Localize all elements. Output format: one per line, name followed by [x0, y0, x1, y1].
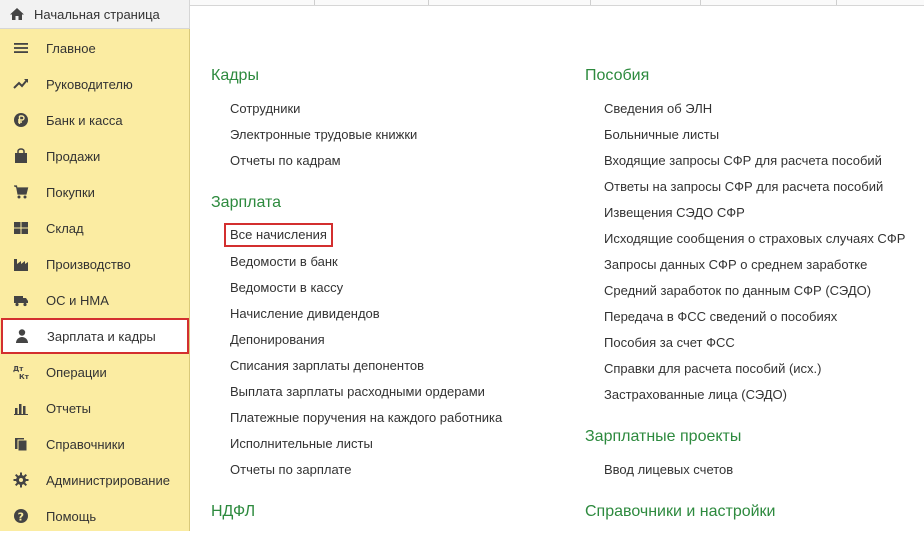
- sidebar-item-main[interactable]: Главное: [0, 30, 189, 66]
- sidebar-item-fixed-assets[interactable]: ОС и НМА: [0, 282, 189, 318]
- factory-icon: [14, 259, 28, 271]
- link-sick-leaves[interactable]: Больничные листы: [604, 127, 719, 142]
- link-payment-orders[interactable]: Платежные поручения на каждого работника: [230, 410, 502, 425]
- section-title-salary-projects: Зарплатные проекты: [585, 428, 742, 445]
- link-cash-orders-payout[interactable]: Выплата зарплаты расходными ордерами: [230, 384, 485, 399]
- sidebar-item-administration[interactable]: Администрирование: [0, 462, 189, 498]
- sidebar-item-purchases[interactable]: Покупки: [0, 174, 189, 210]
- link-depositor-writeoffs[interactable]: Списания зарплаты депонентов: [230, 358, 424, 373]
- menu-icon: [14, 43, 28, 53]
- sidebar-item-label: Склад: [46, 220, 84, 236]
- link-fss-benefits-transfer[interactable]: Передача в ФСС сведений о пособиях: [604, 309, 837, 324]
- sidebar-item-salary-hr[interactable]: Зарплата и кадры: [1, 318, 189, 354]
- sidebar-item-label: Производство: [46, 256, 131, 272]
- bag-icon: [15, 148, 27, 163]
- link-deposits[interactable]: Депонирования: [230, 332, 325, 347]
- sidebar-item-label: Банк и касса: [46, 112, 123, 128]
- grid-icon: [14, 222, 28, 234]
- link-insured-persons[interactable]: Застрахованные лица (СЭДО): [604, 387, 787, 402]
- sidebar-item-reports[interactable]: Отчеты: [0, 390, 189, 426]
- trend-icon: [13, 79, 28, 89]
- home-tab[interactable]: Начальная страница: [0, 0, 190, 29]
- link-benefit-certificates[interactable]: Справки для расчета пособий (исх.): [604, 361, 821, 376]
- section-title-posobiya: Пособия: [585, 67, 650, 84]
- sidebar-item-bank[interactable]: Банк и касса: [0, 102, 189, 138]
- sidebar-item-label: Администрирование: [46, 472, 170, 488]
- help-icon: ?: [14, 509, 28, 524]
- link-avg-earnings-sedo[interactable]: Средний заработок по данным СФР (СЭДО): [604, 283, 871, 298]
- link-hr-reports[interactable]: Отчеты по кадрам: [230, 153, 341, 168]
- sidebar-item-label: Операции: [46, 364, 107, 380]
- bar-chart-icon: [14, 404, 28, 415]
- sidebar-item-manager[interactable]: Руководителю: [0, 66, 189, 102]
- section-title-kadry: Кадры: [211, 67, 259, 84]
- sidebar-item-directories[interactable]: Справочники: [0, 426, 189, 462]
- sidebar-item-sales[interactable]: Продажи: [0, 138, 189, 174]
- section-title-directories-settings: Справочники и настройки: [585, 503, 776, 520]
- sidebar-item-operations[interactable]: Дт Кт Операции: [0, 354, 189, 390]
- link-bank-statements[interactable]: Ведомости в банк: [230, 254, 338, 269]
- tab-separator: [428, 0, 429, 5]
- link-dividends[interactable]: Начисление дивидендов: [230, 306, 380, 321]
- dt-kt-icon: Дт Кт: [13, 365, 29, 380]
- link-all-accruals[interactable]: Все начисления: [224, 223, 333, 247]
- link-eln-info[interactable]: Сведения об ЭЛН: [604, 101, 712, 116]
- tab-separator: [836, 0, 837, 5]
- home-tab-label: Начальная страница: [34, 6, 160, 22]
- link-outgoing-insurance-messages[interactable]: Исходящие сообщения о страховых случаях …: [604, 231, 905, 246]
- sidebar-item-label: Покупки: [46, 184, 95, 200]
- books-icon: [15, 438, 28, 452]
- sidebar-item-help[interactable]: ? Помощь: [0, 498, 189, 534]
- sidebar-item-label: Зарплата и кадры: [47, 328, 156, 344]
- link-sfr-request-answers[interactable]: Ответы на запросы СФР для расчета пособи…: [604, 179, 883, 194]
- ruble-icon: [14, 113, 28, 127]
- link-fss-benefits[interactable]: Пособия за счет ФСС: [604, 335, 735, 350]
- cart-icon: [14, 185, 29, 199]
- sidebar-item-warehouse[interactable]: Склад: [0, 210, 189, 246]
- link-avg-earnings-requests[interactable]: Запросы данных СФР о среднем заработке: [604, 257, 867, 272]
- sections-sidebar: Главное Руководителю Банк и касса Продаж…: [0, 29, 190, 531]
- section-title-ndfl: НДФЛ: [211, 503, 256, 520]
- link-incoming-sfr-requests[interactable]: Входящие запросы СФР для расчета пособий: [604, 153, 882, 168]
- sidebar-item-label: Главное: [46, 40, 96, 56]
- svg-text:Дт: Дт: [13, 365, 24, 373]
- sidebar-item-label: Руководителю: [46, 76, 133, 92]
- gear-icon: [13, 472, 29, 488]
- link-employees[interactable]: Сотрудники: [230, 101, 300, 116]
- sidebar-item-label: ОС и НМА: [46, 292, 109, 308]
- link-sedo-notices[interactable]: Извещения СЭДО СФР: [604, 205, 745, 220]
- sidebar-item-production[interactable]: Производство: [0, 246, 189, 282]
- sidebar-item-label: Помощь: [46, 508, 97, 524]
- home-icon: [10, 8, 24, 20]
- tab-separator: [700, 0, 701, 5]
- sidebar-item-label: Отчеты: [46, 400, 91, 416]
- sidebar-item-label: Справочники: [46, 436, 125, 452]
- sidebar-item-label: Продажи: [46, 148, 101, 164]
- open-tabs-strip: [190, 0, 924, 6]
- link-cash-statements[interactable]: Ведомости в кассу: [230, 280, 343, 295]
- svg-text:?: ?: [18, 511, 24, 524]
- section-title-zarplata: Зарплата: [211, 194, 282, 211]
- link-personal-accounts[interactable]: Ввод лицевых счетов: [604, 462, 733, 477]
- tab-separator: [590, 0, 591, 5]
- tab-separator: [314, 0, 315, 5]
- person-icon: [16, 329, 28, 343]
- link-electronic-workbooks[interactable]: Электронные трудовые книжки: [230, 127, 417, 142]
- link-writs[interactable]: Исполнительные листы: [230, 436, 373, 451]
- link-salary-reports[interactable]: Отчеты по зарплате: [230, 462, 351, 477]
- svg-text:Кт: Кт: [19, 373, 29, 380]
- truck-icon: [14, 296, 28, 307]
